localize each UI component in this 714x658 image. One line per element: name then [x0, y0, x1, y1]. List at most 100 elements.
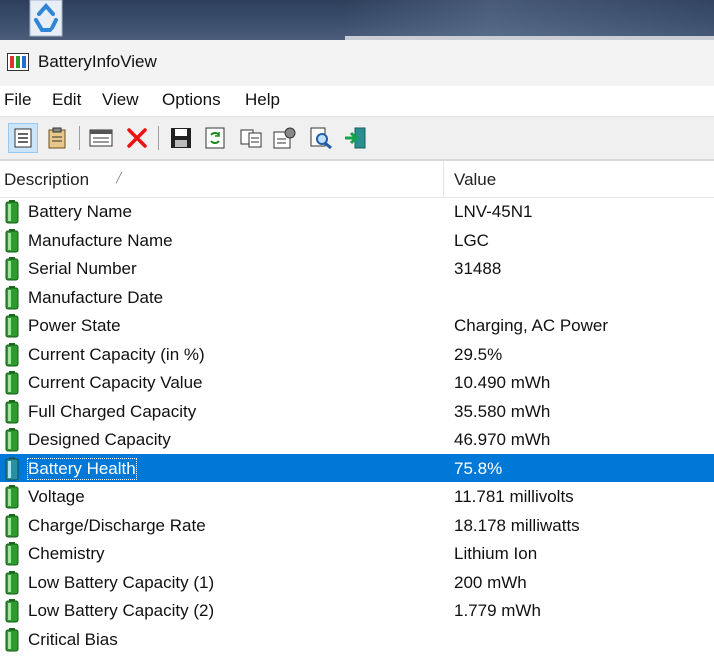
clipboard-button[interactable]: [42, 123, 72, 153]
battery-icon: [5, 570, 19, 594]
title-bar[interactable]: BatteryInfoView: [0, 40, 714, 86]
save-button[interactable]: [166, 123, 196, 153]
battery-icon: [5, 257, 19, 281]
desktop-wallpaper: [340, 0, 714, 40]
refresh-button[interactable]: [200, 123, 230, 153]
list-item[interactable]: Current Capacity (in %) 29.5%: [0, 340, 714, 369]
battery-icon: [5, 485, 19, 509]
delete-x-icon: [127, 128, 147, 148]
desktop-background: [0, 0, 714, 40]
battery-icon: [5, 428, 19, 452]
list-item[interactable]: Full Charged Capacity 35.580 mWh: [0, 397, 714, 426]
column-header-value[interactable]: Value: [454, 170, 496, 190]
menu-options[interactable]: Options: [162, 90, 221, 110]
html-report-button[interactable]: [8, 123, 38, 153]
exit-button[interactable]: [340, 123, 370, 153]
app-icon: [7, 53, 29, 71]
list-item[interactable]: Current Capacity Value 10.490 mWh: [0, 368, 714, 397]
recycle-bin-icon[interactable]: [22, 0, 70, 40]
row-value: 18.178 milliwatts: [454, 515, 580, 535]
menu-file[interactable]: File: [4, 90, 31, 110]
battery-icon: [5, 314, 19, 338]
window-title: BatteryInfoView: [38, 52, 157, 71]
row-description: Current Capacity (in %): [28, 344, 205, 364]
battery-icon: [5, 627, 19, 651]
menu-bar: File Edit View Options Help: [0, 86, 714, 114]
menu-edit[interactable]: Edit: [52, 90, 81, 110]
battery-icon: [5, 542, 19, 566]
row-value: LGC: [454, 230, 489, 250]
list-item[interactable]: Low Battery Capacity (2) 1.779 mWh: [0, 596, 714, 625]
row-value: 29.5%: [454, 344, 503, 364]
row-value: Lithium Ion: [454, 544, 538, 563]
row-description: Low Battery Capacity (2): [28, 601, 215, 620]
row-value: 75.8%: [454, 458, 503, 478]
battery-icon: [5, 599, 19, 623]
list-item[interactable]: Charge/Discharge Rate 18.178 milliwatts: [0, 511, 714, 540]
toolbar: [0, 116, 714, 161]
battery-icon: [5, 285, 19, 309]
list-header: Description ╱ Value: [0, 161, 714, 198]
battery-info-list: Battery Name LNV-45N1 Manufacture Name L…: [0, 197, 714, 653]
list-item[interactable]: Voltage 11.781 millivolts: [0, 482, 714, 511]
row-value: 35.580 mWh: [454, 401, 551, 421]
row-description: Low Battery Capacity (1): [28, 572, 215, 592]
window-icon: [89, 129, 113, 147]
battery-icon: [5, 228, 19, 252]
row-description: Battery Health: [27, 457, 137, 480]
row-description: Chemistry: [28, 544, 105, 563]
row-description: Designed Capacity: [28, 430, 171, 449]
list-item-selected[interactable]: Battery Health 75.8%: [0, 453, 714, 482]
list-item[interactable]: Chemistry Lithium Ion: [0, 539, 714, 568]
row-value: 11.781 millivolts: [454, 487, 574, 506]
exit-icon: [345, 127, 366, 149]
row-description: Manufacture Date: [28, 287, 164, 307]
list-item[interactable]: Manufacture Name LGC: [0, 226, 714, 255]
save-icon: [171, 128, 191, 148]
battery-icon: [5, 371, 19, 395]
find-icon: [310, 127, 332, 149]
list-item[interactable]: Power State Charging, AC Power: [0, 311, 714, 340]
row-description: Battery Name: [28, 202, 132, 221]
clipboard-icon: [48, 127, 66, 149]
row-value: LNV-45N1: [454, 202, 533, 221]
row-description: Full Charged Capacity: [28, 401, 197, 421]
row-description: Power State: [28, 316, 121, 335]
row-value: 31488: [454, 259, 502, 278]
row-description: Charge/Discharge Rate: [28, 515, 206, 535]
list-item[interactable]: Serial Number 31488: [0, 254, 714, 283]
battery-icon: [5, 342, 19, 366]
column-divider[interactable]: [443, 161, 444, 197]
menu-view[interactable]: View: [102, 90, 139, 110]
copy-button[interactable]: [236, 123, 266, 153]
properties-button[interactable]: [270, 123, 300, 153]
battery-icon: [5, 456, 19, 480]
row-value: 46.970 mWh: [454, 430, 551, 449]
row-description: Critical Bias: [28, 629, 118, 649]
list-item[interactable]: Designed Capacity 46.970 mWh: [0, 425, 714, 454]
list-item[interactable]: Manufacture Date: [0, 283, 714, 312]
row-description: Current Capacity Value: [28, 373, 203, 392]
menu-help[interactable]: Help: [245, 90, 280, 110]
row-value: Charging, AC Power: [454, 316, 609, 335]
row-value: 1.779 mWh: [454, 601, 541, 620]
copy-icon: [240, 129, 262, 148]
column-header-description[interactable]: Description: [4, 170, 89, 190]
list-item[interactable]: Battery Name LNV-45N1: [0, 197, 714, 226]
battery-icon: [5, 513, 19, 537]
row-description: Serial Number: [28, 259, 137, 278]
refresh-icon: [205, 127, 225, 149]
toolbar-separator: [158, 126, 159, 150]
find-button[interactable]: [306, 123, 336, 153]
row-value: 200 mWh: [454, 572, 527, 592]
list-item[interactable]: Critical Bias: [0, 625, 714, 654]
list-item[interactable]: Low Battery Capacity (1) 200 mWh: [0, 568, 714, 597]
toolbar-separator: [79, 126, 80, 150]
battery-icon: [5, 399, 19, 423]
sort-indicator-icon: ╱: [116, 173, 123, 184]
window-button[interactable]: [86, 123, 116, 153]
html-report-icon: [14, 128, 32, 148]
row-description: Voltage: [28, 487, 85, 506]
delete-button[interactable]: [122, 123, 152, 153]
app-window: BatteryInfoView File Edit View Options H…: [0, 40, 714, 658]
